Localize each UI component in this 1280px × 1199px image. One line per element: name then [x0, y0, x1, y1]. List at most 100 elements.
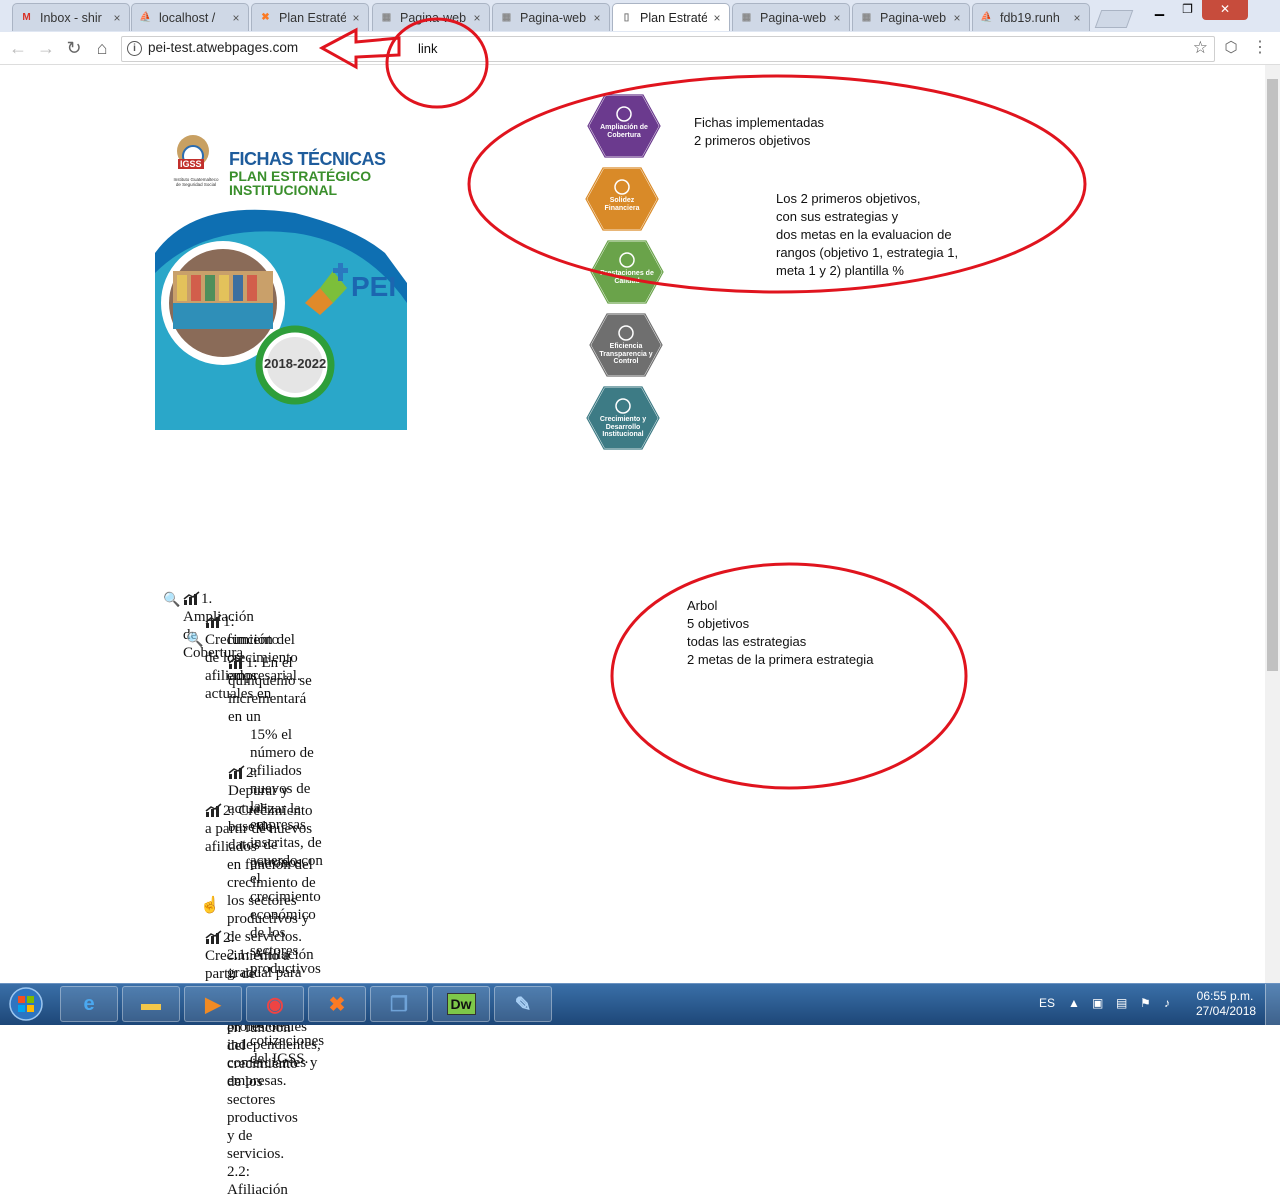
dreamweaver-taskbar-button[interactable]: Dw: [432, 986, 490, 1022]
trend-icon: [183, 591, 201, 605]
tab-close-icon[interactable]: ×: [111, 11, 123, 25]
browser-tab[interactable]: ▦ Pagina-web ×: [852, 3, 970, 31]
explorer-icon: ▬: [141, 992, 161, 1015]
browser-tab[interactable]: ⛵ localhost / ×: [131, 3, 249, 31]
page-content: IGSS FICHAS TÉCNICAS PLAN ESTRATÉGICO IN…: [0, 65, 1265, 1198]
tab-label: Pagina-web: [400, 10, 467, 25]
browser-tab[interactable]: ▯ Plan Estraté ×: [612, 3, 730, 31]
tab-label: Pagina-web: [760, 10, 827, 25]
extension-icon[interactable]: ⬡: [1219, 36, 1243, 60]
tab-label: Pagina-web: [520, 10, 587, 25]
note-line: con sus estrategias y: [776, 209, 899, 224]
tree-line: 1: En el quinquenio se incrementará en u…: [228, 655, 312, 725]
objective-label: Eficiencia Transparencia y Control: [599, 343, 653, 365]
tree-line: 2: Crecimiento a partir de nuevos afilia…: [205, 803, 313, 855]
browser-tab[interactable]: ▦ Pagina-web ×: [492, 3, 610, 31]
note-line: Los 2 primeros objetivos,: [776, 191, 921, 206]
tab-label: Pagina-web: [880, 10, 947, 25]
browser-tab[interactable]: ▦ Pagina-web ×: [372, 3, 490, 31]
objective-hexagon[interactable]: Crecimiento y Desarrollo Institucional: [586, 386, 660, 450]
link-annotation-label: link: [418, 41, 438, 56]
note-line: meta 1 y 2) plantilla %: [776, 263, 904, 278]
note-line: 5 objetivos: [687, 616, 750, 631]
address-bar[interactable]: i pei-test.atwebpages.com ☆: [121, 36, 1215, 62]
cover-brand: PEI: [351, 271, 397, 302]
document-icon: ▯: [623, 12, 630, 23]
tab-label: fdb19.runh: [1000, 10, 1060, 25]
search-icon[interactable]: 🔍: [186, 632, 203, 650]
tab-label: Inbox - shir: [40, 10, 102, 25]
browser-tab[interactable]: ▦ Pagina-web ×: [732, 3, 850, 31]
cover-subtitle: PLAN ESTRATÉGICO: [229, 168, 372, 184]
tab-close-icon[interactable]: ×: [831, 11, 843, 25]
tree-strategy-3[interactable]: 2: Crecimiento a partir de nuevos afilia…: [205, 929, 298, 1199]
virtualbox-taskbar-button[interactable]: ❒: [370, 986, 428, 1022]
close-window-button[interactable]: ✕: [1202, 0, 1248, 20]
objective-hexagon[interactable]: Eficiencia Transparencia y Control: [589, 313, 663, 377]
home-icon[interactable]: ⌂: [90, 36, 114, 60]
annotation-note-top: Fichas implementadas 2 primeros objetivo…: [694, 115, 825, 148]
language-indicator[interactable]: ES: [1039, 996, 1055, 1010]
info-icon[interactable]: i: [127, 41, 142, 56]
tab-close-icon[interactable]: ×: [1071, 11, 1083, 25]
bookmark-star-icon[interactable]: ☆: [1193, 38, 1208, 58]
notepad-icon: ✎: [514, 993, 532, 1016]
objective-label: Solidez Financiera: [604, 197, 640, 212]
maximize-button[interactable]: ❐: [1174, 0, 1201, 20]
tab-close-icon[interactable]: ×: [591, 11, 603, 25]
objective-hexagon[interactable]: Prestaciones de Calidad: [590, 240, 664, 304]
note-line: 2 metas de la primera estrategia: [687, 652, 874, 667]
volume-icon[interactable]: ♪: [1164, 996, 1170, 1010]
windows-taskbar: e ▬ ▶ ◉ ✖ ❒ Dw ✎ ES ▲ ▣ ▤ ⚑ ♪ 06:55 p.m. 27/04/2…: [0, 983, 1280, 1025]
network-icon[interactable]: ▣: [1092, 996, 1103, 1010]
browser-tab[interactable]: ✖ Plan Estraté ×: [251, 3, 369, 31]
clock[interactable]: 06:55 p.m. 27/04/2018: [1196, 989, 1256, 1019]
address-url[interactable]: pei-test.atwebpages.com: [148, 40, 298, 55]
back-icon[interactable]: ←: [6, 36, 30, 60]
hand-cursor-icon: ☝: [200, 897, 220, 914]
tray-arrow-icon[interactable]: ▲: [1068, 996, 1080, 1010]
chrome-taskbar-button[interactable]: ◉: [246, 986, 304, 1022]
phpmyadmin-icon: ⛵: [980, 12, 993, 23]
tab-close-icon[interactable]: ×: [230, 11, 242, 25]
ie-icon: e: [83, 992, 95, 1015]
phpmyadmin-icon: ⛵: [139, 12, 152, 23]
search-icon[interactable]: 🔍: [163, 592, 180, 610]
page-icon: ▦: [381, 12, 392, 23]
tab-close-icon[interactable]: ×: [711, 11, 723, 25]
cover-title: FICHAS TÉCNICAS: [229, 149, 386, 169]
tab-close-icon[interactable]: ×: [350, 11, 362, 25]
device-icon[interactable]: ▤: [1116, 996, 1127, 1010]
flag-icon[interactable]: ⚑: [1140, 996, 1151, 1010]
notepad-taskbar-button[interactable]: ✎: [494, 986, 552, 1022]
explorer-taskbar-button[interactable]: ▬: [122, 986, 180, 1022]
scrollbar-thumb[interactable]: [1267, 79, 1278, 671]
minimize-button[interactable]: ▁: [1146, 0, 1173, 20]
gmail-icon: M: [22, 12, 31, 23]
browser-tab[interactable]: ⛵ fdb19.runh ×: [972, 3, 1090, 31]
tab-close-icon[interactable]: ×: [471, 11, 483, 25]
vertical-scrollbar[interactable]: [1265, 65, 1280, 983]
start-button[interactable]: [4, 986, 48, 1022]
media-player-taskbar-button[interactable]: ▶: [184, 986, 242, 1022]
objective-hexagon[interactable]: Solidez Financiera: [585, 167, 659, 231]
show-desktop-button[interactable]: [1265, 984, 1280, 1025]
browser-tab-strip: M Inbox - shir × ⛵ localhost / × ✖ Plan Estraté…: [0, 0, 1280, 33]
cover-org: Instituto Guatemalteco de Seguridad Socia…: [173, 177, 219, 187]
forward-icon[interactable]: →: [34, 36, 58, 60]
new-tab-button[interactable]: [1094, 10, 1134, 28]
tab-label: localhost /: [159, 10, 216, 25]
trend-icon: [228, 765, 246, 779]
menu-icon[interactable]: ⋮: [1248, 36, 1272, 60]
xampp-taskbar-button[interactable]: ✖: [308, 986, 366, 1022]
ie-taskbar-button[interactable]: e: [60, 986, 118, 1022]
cover-logo: IGSS: [178, 159, 204, 169]
objective-hexagon[interactable]: Ampliación de Cobertura: [587, 94, 661, 158]
xampp-icon: ✖: [261, 12, 270, 23]
chrome-icon: ◉: [266, 993, 284, 1016]
reload-icon[interactable]: ↻: [62, 36, 86, 60]
cover-years: 2018-2022: [264, 356, 327, 371]
browser-tab[interactable]: M Inbox - shir ×: [12, 3, 130, 31]
tree-line: en función del crecimiento de los sector…: [227, 1020, 298, 1108]
tab-close-icon[interactable]: ×: [951, 11, 963, 25]
